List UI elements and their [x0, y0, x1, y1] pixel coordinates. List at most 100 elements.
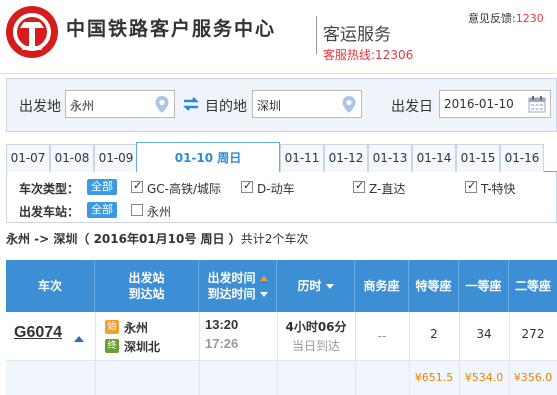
filter-d-checkbox[interactable]: [241, 179, 253, 193]
col-divider: [95, 361, 96, 395]
col-divider: [199, 312, 200, 360]
col-divider: [277, 361, 278, 395]
col-special: 特等座: [409, 260, 459, 312]
date-tab-active[interactable]: 01-10 周日: [136, 142, 280, 173]
sort-up-icon[interactable]: [259, 276, 268, 281]
train-type-all-button[interactable]: 全部: [87, 179, 117, 195]
to-station-input[interactable]: 深圳: [252, 90, 362, 118]
col-station: 出发站 到达站: [95, 260, 199, 312]
date-tab[interactable]: 01-08: [50, 144, 94, 172]
station-yongzhou-checkbox[interactable]: [131, 204, 143, 216]
swap-stations-icon[interactable]: [182, 96, 200, 112]
station-all-button[interactable]: 全部: [87, 202, 117, 218]
feedback-label[interactable]: 意见反馈:: [468, 12, 516, 25]
col-time[interactable]: 出发时间 到达时间: [199, 260, 277, 312]
location-pin-icon[interactable]: [154, 95, 170, 114]
hotline-text: 客服热线:12306: [323, 48, 414, 62]
duration: 4小时06分: [285, 320, 347, 334]
depart-date-input[interactable]: 2016-01-10: [439, 90, 551, 118]
col-duration[interactable]: 历时: [277, 260, 355, 312]
col-second: 二等座: [509, 260, 557, 312]
arrive-time: 17:26: [205, 336, 239, 351]
feedback-link[interactable]: 意见反馈:1230: [468, 10, 544, 26]
departure-station-label: 出发车站：: [19, 205, 80, 219]
ticket-search-form: 出发地 永州 目的地 深圳 出发日 2016-01-10: [6, 78, 557, 132]
end-station-badge: 终: [105, 339, 119, 353]
summary-date: （ 2016年01月10号 周日 ）: [77, 232, 241, 246]
filter-z-checkbox[interactable]: [353, 179, 365, 193]
railway-logo-icon[interactable]: [6, 6, 58, 58]
train-number-link[interactable]: G6074: [14, 324, 62, 342]
col-station-from: 出发站: [128, 271, 165, 285]
from-station-input[interactable]: 永州: [65, 90, 175, 118]
result-summary: 永州 -> 深圳（ 2016年01月10号 周日 ）共计2个车次: [6, 230, 308, 247]
col-time-to[interactable]: 到达时间: [207, 287, 255, 301]
location-pin-icon[interactable]: [341, 95, 357, 114]
train-results-table: 车次 出发站 到达站 出发时间 到达时间 历时 商务座 特等座 一等座 二等座 …: [6, 260, 557, 395]
calendar-icon[interactable]: [528, 95, 546, 113]
col-time-from[interactable]: 出发时间: [207, 271, 255, 285]
second-seat: 272: [521, 327, 545, 341]
special-seat-price: ¥651.5: [414, 371, 454, 384]
filter-d-label[interactable]: D-动车: [257, 180, 295, 197]
col-business: 商务座: [355, 260, 409, 312]
site-brand-title: 中国铁路客户服务中心: [66, 18, 277, 40]
site-header: 中国铁路客户服务中心 客运服务 客服热线:12306 意见反馈:1230: [0, 0, 557, 74]
from-station-name: 永州: [124, 321, 149, 335]
col-special-label: 特等座: [415, 279, 452, 293]
col-duration-label[interactable]: 历时: [297, 279, 321, 293]
filter-z-label[interactable]: Z-直达: [369, 180, 405, 197]
depart-date-value: 2016-01-10: [444, 97, 514, 111]
train-type-label: 车次类型：: [19, 182, 80, 196]
to-station-value: 深圳: [257, 99, 282, 113]
depart-time: 13:20: [205, 317, 239, 332]
date-tab[interactable]: 01-11: [280, 144, 324, 172]
special-seat: 2: [430, 327, 438, 341]
sort-down-icon[interactable]: [259, 292, 268, 297]
second-seat-price: ¥356.0: [513, 371, 553, 384]
price-row: ¥651.5 ¥534.0 ¥356.0: [6, 361, 557, 395]
col-station-to: 到达站: [128, 287, 165, 301]
sort-down-icon[interactable]: [325, 284, 334, 289]
date-tab[interactable]: 01-13: [368, 144, 412, 172]
station-yongzhou-label[interactable]: 永州: [147, 203, 171, 220]
col-first-label: 一等座: [465, 279, 502, 293]
col-first: 一等座: [459, 260, 509, 312]
service-title: 客运服务: [323, 25, 391, 45]
col-second-label: 二等座: [514, 279, 551, 293]
summary-count: 共计2个车次: [240, 232, 309, 246]
date-tab[interactable]: 01-12: [324, 144, 368, 172]
table-row[interactable]: G6074 始 永州 终 深圳北 13:20 17:26 4小时06分 当日到达…: [6, 312, 557, 361]
col-divider: [277, 312, 278, 360]
feedback-phone[interactable]: 1230: [516, 12, 544, 25]
filter-t-checkbox[interactable]: [465, 179, 477, 193]
date-tab[interactable]: 01-07: [6, 144, 50, 172]
date-tab[interactable]: 01-15: [456, 144, 500, 172]
start-station-badge: 始: [105, 320, 119, 334]
date-tab[interactable]: 01-09: [94, 144, 138, 172]
table-header: 车次 出发站 到达站 出发时间 到达时间 历时 商务座 特等座 一等座 二等座: [6, 260, 557, 312]
header-divider: [316, 16, 317, 54]
col-business-label: 商务座: [363, 279, 400, 293]
col-divider: [199, 361, 200, 395]
train-filters: 车次类型： 全部 GC-高铁/城际 D-动车 Z-直达 T-特快 出发车站： 全…: [6, 172, 557, 223]
col-train: 车次: [6, 260, 95, 312]
from-station-value: 永州: [70, 99, 95, 113]
date-tabs: 01-07 01-08 01-09 01-10 周日 01-11 01-12 0…: [6, 142, 557, 173]
filter-gc-checkbox[interactable]: [131, 179, 143, 193]
to-label: 目的地: [205, 99, 247, 115]
expand-stops-icon[interactable]: [74, 336, 84, 342]
filter-t-label[interactable]: T-特快: [481, 180, 516, 197]
col-train-label: 车次: [37, 279, 62, 293]
date-label: 出发日: [391, 99, 433, 115]
date-tab[interactable]: 01-14: [412, 144, 456, 172]
col-divider: [355, 361, 356, 395]
first-seat-price: ¥534.0: [464, 371, 504, 384]
summary-route: 永州 -> 深圳: [6, 232, 78, 246]
col-divider: [95, 312, 96, 360]
filter-gc-label[interactable]: GC-高铁/城际: [147, 180, 221, 197]
first-seat: 34: [476, 327, 492, 341]
from-label: 出发地: [19, 99, 61, 115]
to-station-name: 深圳北: [124, 340, 161, 354]
date-tab[interactable]: 01-16: [500, 144, 544, 172]
